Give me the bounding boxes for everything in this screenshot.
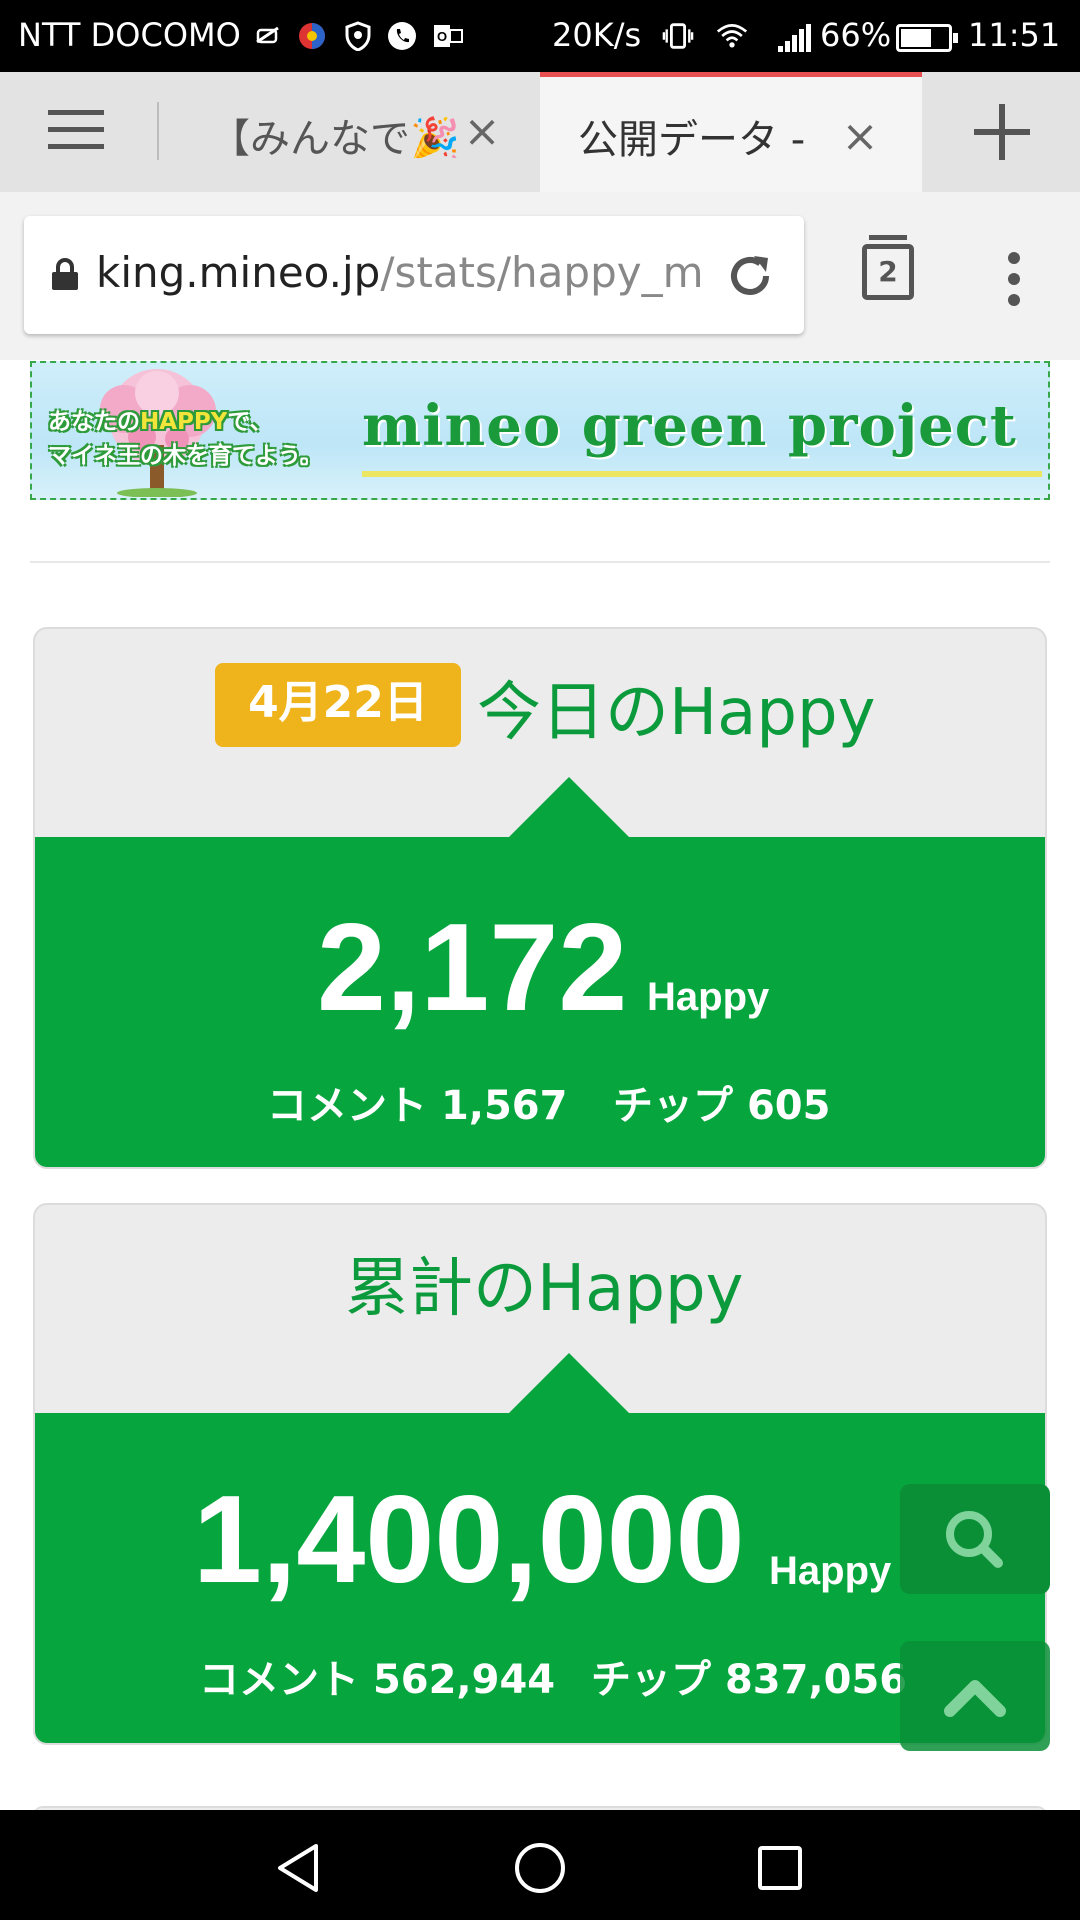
tip-label: チップ — [591, 1657, 711, 1703]
comment-value: 1,567 — [440, 1083, 568, 1129]
browser-toolbar: king.mineo.jp/stats/happy_m 2 — [0, 192, 1080, 360]
total-unit: Happy — [769, 1549, 892, 1593]
chevron-up-icon — [944, 1680, 1006, 1717]
date-badge: 4月22日 — [215, 663, 461, 747]
app-icon — [296, 20, 328, 52]
search-button[interactable] — [900, 1484, 1050, 1594]
pointer-arrow — [509, 777, 629, 837]
cumulative-total: 1,400,000 — [193, 1471, 745, 1609]
catch-happy-text: HAPPY — [140, 409, 228, 435]
catch-text-line2: マイネ王の木を育てよう。 — [48, 443, 323, 469]
card-body: 2,172 Happy コメント 1,567 チップ 605 — [35, 837, 1045, 1167]
banner-logo-text: mineo green project — [362, 393, 1017, 459]
muted-notification-icon — [252, 20, 284, 52]
today-tip-count: チップ 605 — [613, 1073, 830, 1131]
vibrate-icon — [662, 20, 694, 52]
status-bar: NTT DOCOMO O 20K/s 66% 11:51 — [0, 0, 1080, 72]
recents-icon[interactable] — [752, 1840, 808, 1896]
url-host: king.mineo.jp — [96, 248, 381, 297]
back-icon[interactable] — [272, 1840, 328, 1896]
banner-stripe — [362, 471, 1042, 477]
battery-percent: 66% — [820, 16, 892, 54]
today-happy-card: 4月22日 今日のHappy 2,172 Happy コメント 1,567 チッ… — [33, 627, 1047, 1169]
card-title: 累計のHappy — [345, 1252, 744, 1326]
tip-value: 837,056 — [724, 1657, 908, 1703]
wifi-icon — [716, 20, 748, 52]
card-body: 1,400,000 Happy コメント 562,944 チップ 837,056 — [35, 1413, 1045, 1743]
browser-tab-2-active[interactable]: 公開データ - × — [540, 72, 922, 192]
cumulative-tip-count: チップ 837,056 — [591, 1647, 907, 1705]
signal-icon — [778, 24, 811, 52]
pointer-arrow — [509, 1353, 629, 1413]
comment-value: 562,944 — [372, 1657, 556, 1703]
reload-icon[interactable] — [724, 250, 776, 302]
tab-switcher-menu-button[interactable] — [48, 110, 108, 154]
catch-text: あなたの — [48, 409, 140, 435]
tip-value: 605 — [746, 1083, 831, 1129]
today-comment-count: コメント 1,567 — [267, 1073, 567, 1131]
new-tab-plus-icon[interactable] — [970, 100, 1034, 164]
close-tab-icon[interactable]: × — [460, 110, 504, 154]
clock: 11:51 — [968, 16, 1061, 54]
close-tab-icon[interactable]: × — [838, 115, 882, 159]
phone-icon — [386, 20, 418, 52]
overflow-menu-icon[interactable] — [1000, 252, 1028, 312]
cumulative-comment-count: コメント 562,944 — [199, 1647, 555, 1705]
outlook-icon: O — [432, 20, 464, 52]
network-speed: 20K/s — [552, 16, 642, 54]
comment-label: コメント — [267, 1083, 427, 1129]
comment-label: コメント — [199, 1657, 359, 1703]
tip-label: チップ — [613, 1083, 733, 1129]
system-nav-bar — [0, 1810, 1080, 1920]
cumulative-happy-card: 累計のHappy 1,400,000 Happy コメント 562,944 チッ… — [33, 1203, 1047, 1745]
page-content: あなたのHAPPYで、 マイネ王の木を育てよう。 mineo green pro… — [0, 360, 1080, 1810]
tab-separator — [157, 102, 159, 160]
battery-icon — [896, 24, 958, 52]
scroll-to-top-button[interactable] — [900, 1641, 1050, 1751]
home-icon[interactable] — [512, 1840, 568, 1896]
address-bar[interactable]: king.mineo.jp/stats/happy_m — [24, 216, 804, 334]
catch-text: で、 — [227, 409, 273, 435]
browser-tab-1[interactable]: 【みんなで🎉 × — [160, 72, 540, 192]
total-unit: Happy — [647, 975, 770, 1019]
tab-title: 公開データ - — [578, 117, 806, 159]
tab-strip: 【みんなで🎉 × 公開データ - × — [0, 72, 1080, 192]
svg-text:O: O — [437, 29, 447, 44]
url-text[interactable]: king.mineo.jp/stats/happy_m — [96, 248, 706, 302]
search-icon — [946, 1511, 1003, 1568]
tab-count-button[interactable]: 2 — [862, 235, 914, 300]
screen: NTT DOCOMO O 20K/s 66% 11:51 【みんなで🎉 × 公開… — [0, 0, 1080, 1920]
today-total: 2,172 — [317, 899, 628, 1037]
carrier-name: NTT DOCOMO — [18, 16, 241, 54]
divider — [30, 561, 1050, 563]
card-title: 今日のHappy — [477, 676, 876, 750]
shield-icon — [342, 20, 374, 52]
banner-catchphrase: あなたのHAPPYで、 マイネ王の木を育てよう。 — [48, 405, 378, 473]
lock-icon — [52, 258, 78, 290]
card-header: 累計のHappy — [35, 1205, 1045, 1413]
mineo-green-project-banner[interactable]: あなたのHAPPYで、 マイネ王の木を育てよう。 mineo green pro… — [30, 361, 1050, 500]
url-path: /stats/happy_m — [380, 248, 704, 297]
tab-title: 【みんなで🎉 — [210, 116, 460, 158]
card-header: 4月22日 今日のHappy — [35, 629, 1045, 837]
